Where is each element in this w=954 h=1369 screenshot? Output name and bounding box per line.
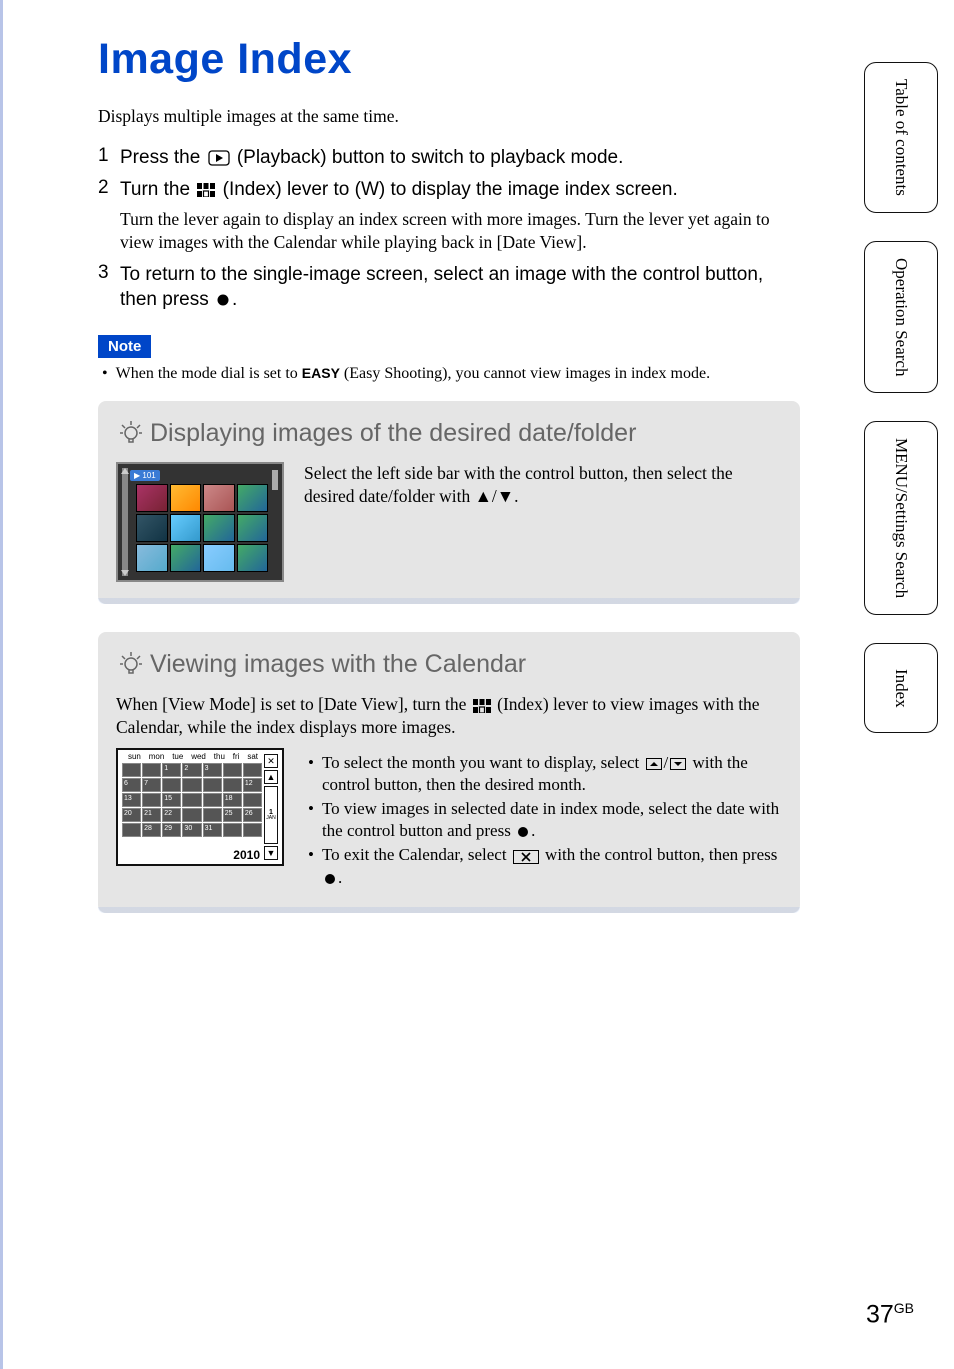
close-box-icon: [513, 850, 539, 864]
tip-bullet: To exit the Calendar, select with the co…: [304, 844, 782, 888]
tip-title-text: Viewing images with the Calendar: [150, 650, 526, 679]
step-number: 2: [98, 177, 120, 199]
tab-table-of-contents[interactable]: Table of contents: [864, 62, 938, 213]
up-button-icon: [646, 758, 662, 770]
step-text-post: .: [232, 289, 237, 310]
page-number-value: 37: [866, 1300, 894, 1328]
note-text: When the mode dial is set to EASY (Easy …: [102, 364, 800, 385]
calendar-close-icon: ✕: [264, 754, 278, 768]
note-label: Note: [98, 335, 151, 358]
tip-bullet: To view images in selected date in index…: [304, 798, 782, 842]
index-icon: [473, 699, 491, 713]
playback-icon: [208, 150, 230, 166]
step-text: Turn the (Index) lever to (W) to display…: [120, 177, 678, 203]
intro-text: Displays multiple images at the same tim…: [98, 106, 800, 127]
calendar-month-label: 1JAN: [264, 786, 278, 844]
page-number: 37GB: [866, 1300, 914, 1329]
note-post: (Easy Shooting), you cannot view images …: [344, 365, 710, 382]
tab-menu-settings-search[interactable]: MENU/Settings Search: [864, 421, 938, 615]
page-title: Image Index: [98, 35, 800, 84]
page-number-suffix: GB: [894, 1300, 914, 1316]
step-text: Press the (Playback) button to switch to…: [120, 145, 623, 171]
calendar-up-icon: ▲: [264, 770, 278, 784]
tip-title-text: Displaying images of the desired date/fo…: [150, 419, 636, 448]
tip-body: Select the left side bar with the contro…: [304, 462, 782, 509]
tab-operation-search[interactable]: Operation Search: [864, 241, 938, 393]
index-icon: [197, 183, 215, 197]
step-list: 1 Press the (Playback) button to switch …: [98, 145, 800, 313]
center-button-icon: [517, 826, 529, 838]
easy-mode-label: EASY: [302, 365, 340, 381]
calendar-down-icon: ▼: [264, 846, 278, 860]
step-text-pre: Turn the: [120, 179, 195, 200]
tip-title: Displaying images of the desired date/fo…: [116, 419, 782, 448]
lightbulb-icon: [118, 419, 144, 447]
folder-badge: ▶ 101: [130, 470, 160, 481]
step-text: To return to the single-image screen, se…: [120, 262, 800, 313]
step-3: 3 To return to the single-image screen, …: [98, 262, 800, 313]
tip-bullet-list: To select the month you want to display,…: [304, 752, 782, 891]
tip-title: Viewing images with the Calendar: [116, 650, 782, 679]
calendar-thumbnail: sunmontuewedthufrisat 123671213151820212…: [116, 748, 284, 866]
step-text-pre: Press the: [120, 147, 206, 168]
step-number: 1: [98, 145, 120, 167]
step-2: 2 Turn the (Index) lever to (W) to displ…: [98, 177, 800, 203]
tip-box-1: Displaying images of the desired date/fo…: [98, 401, 800, 604]
tip-box-2: Viewing images with the Calendar When [V…: [98, 632, 800, 913]
tip-intro: When [View Mode] is set to [Date View], …: [116, 693, 782, 740]
lightbulb-icon: [118, 650, 144, 678]
center-button-icon: [216, 293, 230, 307]
step-text-post: (Index) lever to (W) to display the imag…: [223, 179, 678, 200]
down-button-icon: [670, 758, 686, 770]
tip-intro-pre: When [View Mode] is set to [Date View], …: [116, 694, 471, 714]
calendar-year: 2010: [233, 848, 260, 862]
tab-index[interactable]: Index: [864, 643, 938, 733]
tip-bullet: To select the month you want to display,…: [304, 752, 782, 796]
step-1: 1 Press the (Playback) button to switch …: [98, 145, 800, 171]
side-nav-tabs: Table of contents Operation Search MENU/…: [864, 62, 938, 733]
image-index-thumbnail: ▶ 101: [116, 462, 284, 582]
step-number: 3: [98, 262, 120, 284]
center-button-icon: [324, 873, 336, 885]
step-subtext: Turn the lever again to display an index…: [120, 208, 800, 254]
step-text-post: (Playback) button to switch to playback …: [237, 147, 624, 168]
note-pre: When the mode dial is set to: [116, 365, 302, 382]
